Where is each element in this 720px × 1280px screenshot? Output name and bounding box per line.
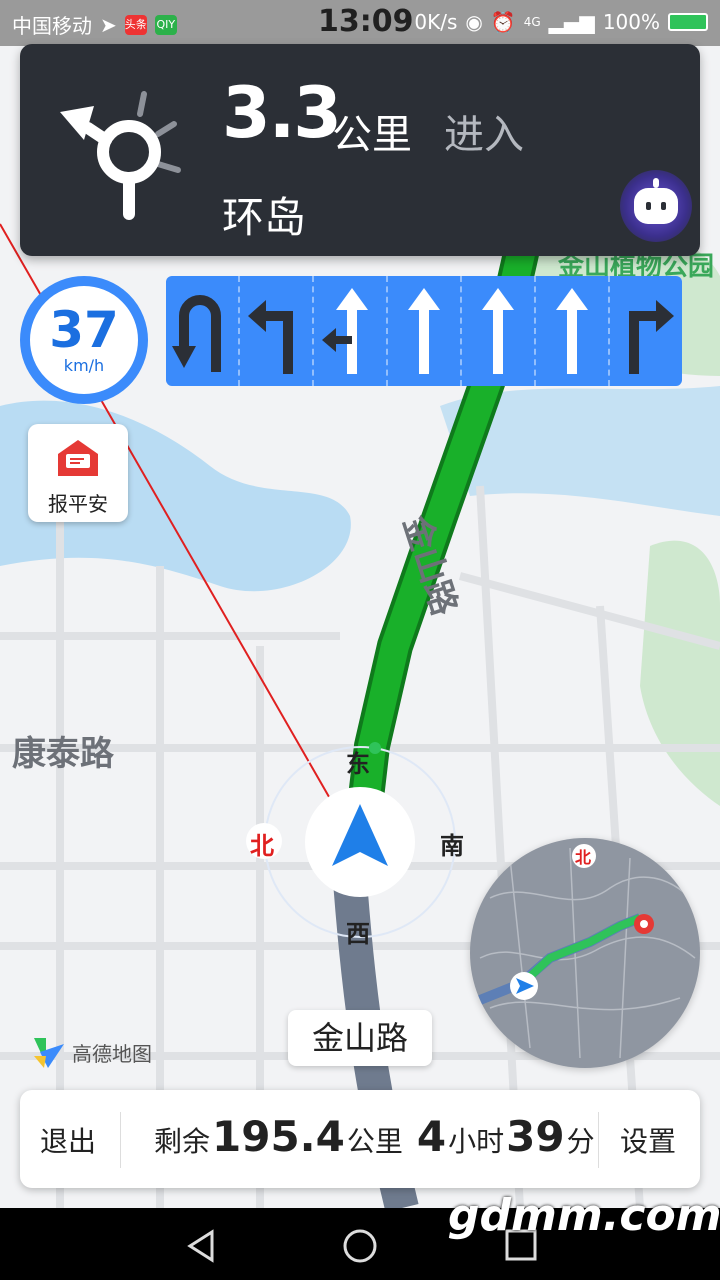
location-icon: ◉	[465, 10, 483, 34]
remain-label: 剩余	[154, 1125, 211, 1158]
remain-distance-unit: 公里	[346, 1125, 403, 1158]
next-road-name: 环岛	[222, 193, 307, 242]
current-road-label: 金山路	[288, 1010, 432, 1066]
alarm-icon: ⏰	[490, 10, 516, 34]
turn-distance: 3.3	[222, 72, 342, 154]
left-straight-arrow-icon	[322, 288, 368, 374]
route-overview-map[interactable]: 北	[470, 838, 700, 1068]
lane-right	[610, 276, 682, 386]
signal-type: 4G	[523, 15, 541, 29]
report-safe-button[interactable]: 报平安	[28, 424, 128, 522]
right-arrow-icon	[629, 300, 674, 374]
guidance-card[interactable]: 3.3 公里 进入 环岛	[20, 44, 700, 256]
bottom-bar: 退出 剩余 195.4 公里 4 小时 39 分 设置	[20, 1090, 700, 1188]
status-right: 0K/s ◉ ⏰ 4G ▂▄▆ 100%	[414, 10, 708, 34]
lane-u-turn	[166, 276, 240, 386]
battery-percent: 100%	[602, 10, 660, 34]
network-speed: 0K/s	[414, 10, 458, 34]
voice-assistant-robot-icon[interactable]	[620, 170, 692, 242]
envelope-icon	[58, 440, 98, 476]
lane-straight-2	[462, 276, 536, 386]
remain-minutes-unit: 分	[566, 1125, 595, 1158]
status-left: 中国移动 ➤ 头条 QIY	[12, 10, 177, 39]
report-safe-label: 报平安	[48, 492, 108, 516]
speed-unit: km/h	[63, 356, 105, 375]
speed-indicator: 37 km/h	[20, 276, 148, 404]
speed-value: 37	[49, 301, 119, 359]
compass-west: 西	[346, 920, 370, 948]
remaining-info: 剩余 195.4 公里 4 小时 39 分	[154, 1112, 595, 1161]
amap-logo: 高德地图	[30, 1034, 152, 1070]
straight-arrow-icon	[482, 288, 514, 374]
status-time: 13:09	[318, 4, 414, 39]
straight-arrow-icon	[408, 288, 440, 374]
straight-arrow-icon	[556, 288, 588, 374]
divider	[598, 1112, 599, 1168]
compass-north: 北	[250, 832, 274, 860]
lane-guidance	[166, 276, 682, 386]
toutiao-app-icon: 头条	[124, 14, 147, 35]
turn-distance-unit: 公里	[332, 112, 412, 158]
remain-hours: 4	[416, 1112, 447, 1161]
status-bar: 中国移动 ➤ 头条 QIY 13:09 0K/s ◉ ⏰ 4G ▂▄▆ 100%	[0, 0, 720, 46]
overview-route-svg	[478, 844, 696, 1059]
carrier-label: 中国移动	[12, 14, 92, 38]
remain-distance: 195.4	[212, 1112, 345, 1161]
lane-straight-1	[388, 276, 462, 386]
compass-south: 南	[440, 832, 464, 860]
u-turn-arrow-icon	[172, 295, 221, 372]
send-icon: ➤	[100, 12, 117, 37]
home-icon[interactable]	[342, 1228, 378, 1264]
settings-button[interactable]: 设置	[620, 1120, 676, 1160]
lane-straight-3	[536, 276, 610, 386]
divider	[120, 1112, 121, 1168]
exit-button[interactable]: 退出	[40, 1120, 96, 1160]
amap-logo-icon	[34, 1038, 64, 1068]
back-icon[interactable]	[184, 1228, 218, 1264]
iqiyi-app-icon: QIY	[154, 14, 177, 35]
road-label-kangtai: 康泰路	[12, 734, 114, 774]
turn-action: 进入	[444, 112, 524, 158]
remain-minutes: 39	[506, 1112, 565, 1161]
lane-left	[240, 276, 314, 386]
remain-hours-unit: 小时	[448, 1125, 505, 1158]
lane-left-straight	[314, 276, 388, 386]
roundabout-left-icon	[60, 91, 181, 220]
amap-logo-text: 高德地图	[72, 1041, 152, 1066]
overview-north: 北	[575, 848, 592, 867]
signal-icon: ▂▄▆	[548, 10, 595, 34]
left-arrow-icon	[248, 300, 293, 374]
battery-icon	[668, 13, 708, 31]
compass-east: 东	[346, 750, 370, 778]
watermark: gdmm.com	[448, 1190, 720, 1241]
